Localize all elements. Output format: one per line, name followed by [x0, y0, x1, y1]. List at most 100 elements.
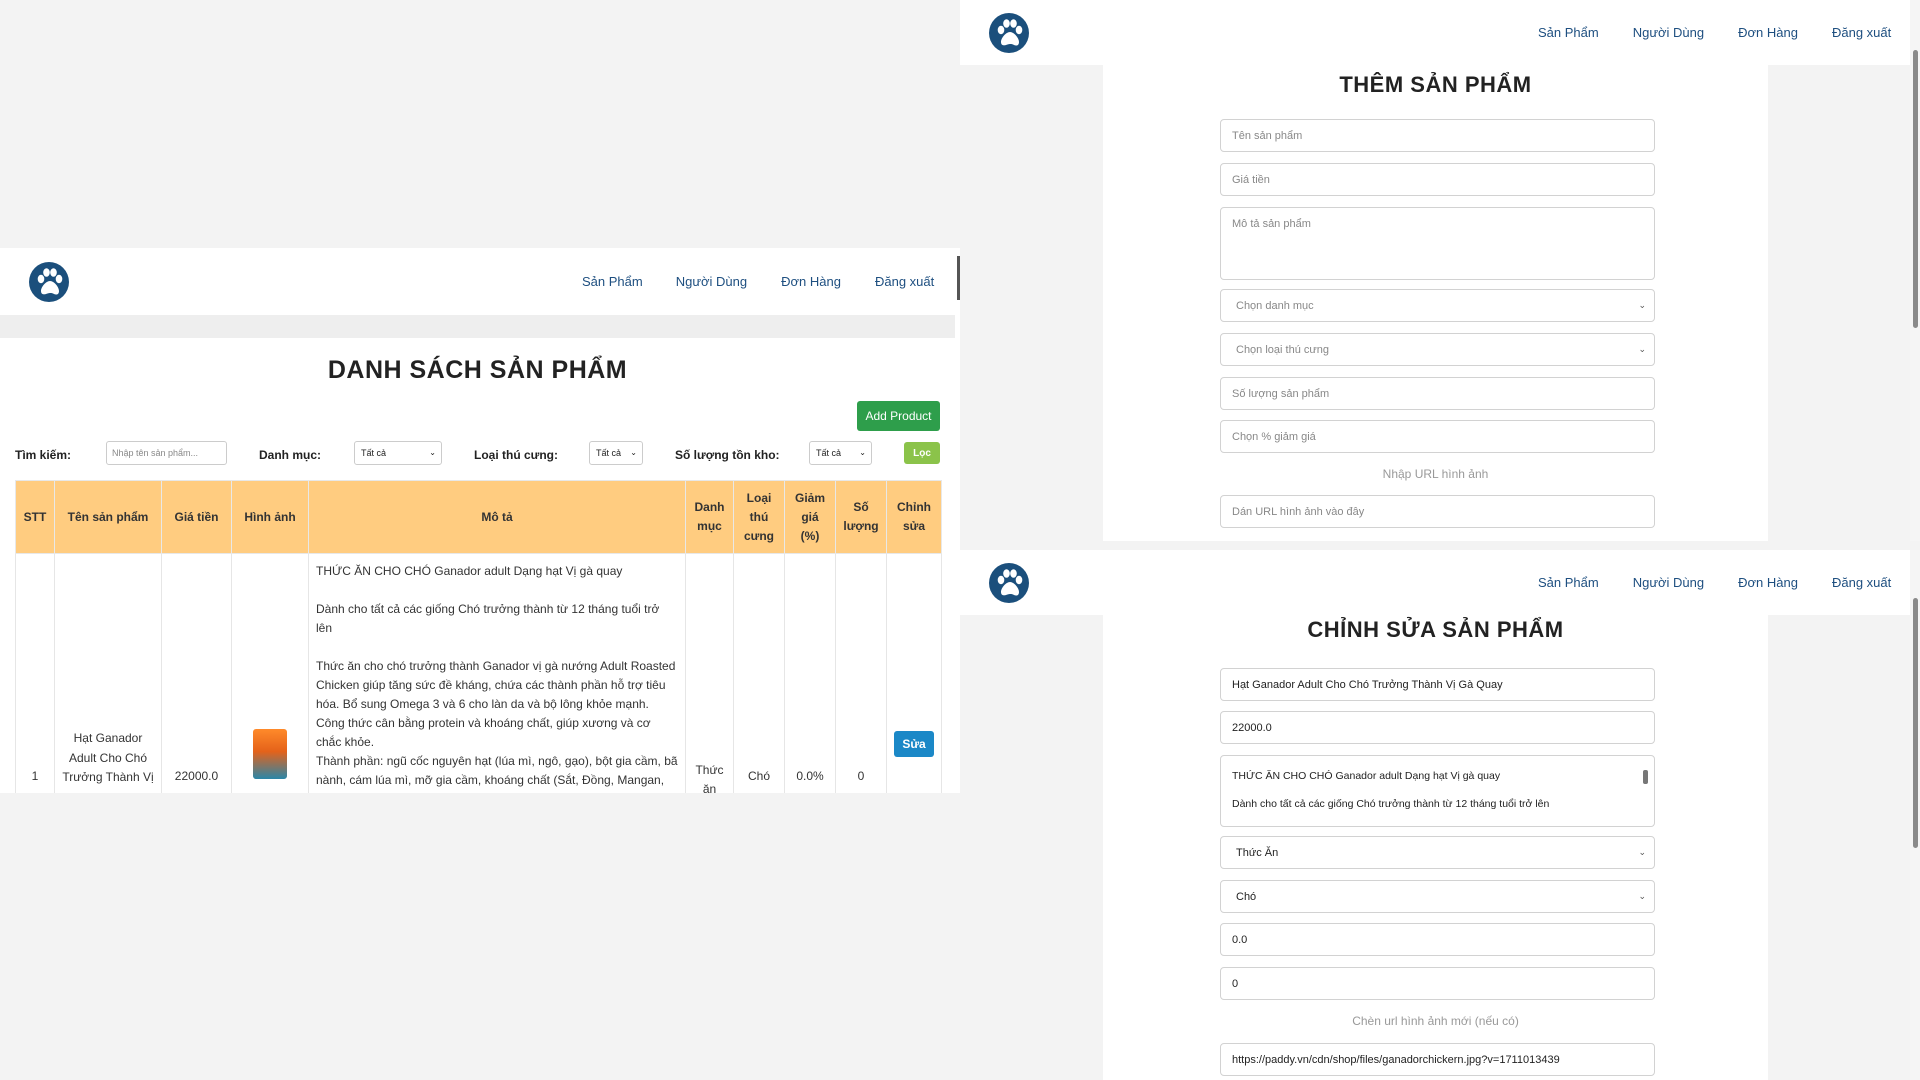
nav-logout-link[interactable]: Đăng xuất	[1832, 25, 1891, 40]
column-header: Tên sản phẩm	[54, 480, 162, 554]
nav-orders-link[interactable]: Đơn Hàng	[781, 274, 841, 289]
table-header-row: STT Tên sản phẩm Giá tiền Hình ảnh Mô tả…	[15, 480, 942, 554]
nav-products-link[interactable]: Sản Phẩm	[1538, 25, 1599, 40]
cell-actions: Sửa	[886, 553, 942, 793]
description-textarea[interactable]: Mô tả sản phẩm	[1220, 207, 1655, 280]
add-product-form: THÊM SẢN PHẨM Tên sản phẩm Giá tiền Mô t…	[1103, 64, 1768, 541]
add-product-button[interactable]: Add Product	[857, 401, 940, 431]
discount-input[interactable]: Chọn % giảm giá	[1220, 420, 1655, 453]
column-header: Danh mục	[685, 480, 734, 554]
nav-orders-link[interactable]: Đơn Hàng	[1738, 25, 1798, 40]
product-table: STT Tên sản phẩm Giá tiền Hình ảnh Mô tả…	[15, 480, 942, 793]
paw-logo-icon[interactable]	[989, 562, 1029, 603]
stock-filter-label: Số lượng tồn kho:	[675, 448, 780, 462]
top-navbar: Sản Phẩm Người Dùng Đơn Hàng Đăng xuất	[960, 0, 1910, 65]
pet-type-filter-label: Loại thú cưng:	[474, 448, 559, 462]
nav-logout-link[interactable]: Đăng xuất	[875, 274, 934, 289]
product-image	[253, 729, 287, 779]
cell-quantity: 0	[835, 553, 887, 793]
nav-orders-link[interactable]: Đơn Hàng	[1738, 575, 1798, 590]
category-select-placeholder: Chọn danh mục	[1236, 300, 1314, 312]
image-url-input[interactable]: Dán URL hình ảnh vào đây	[1220, 495, 1655, 528]
price-input[interactable]: 22000.0	[1220, 711, 1655, 744]
stock-filter-value: Tất cả	[816, 448, 842, 458]
scrollbar-thumb[interactable]	[1913, 50, 1918, 328]
cell-category: Thức ăn	[685, 553, 734, 793]
top-navbar: Sản Phẩm Người Dùng Đơn Hàng Đăng xuất	[0, 248, 955, 315]
column-header: Chỉnh sửa	[886, 480, 942, 554]
chevron-down-icon: ⌄	[1638, 847, 1646, 857]
window-scrollbar[interactable]	[1910, 0, 1920, 541]
description-line: Thức ăn cho chó trưởng thành Ganador vị …	[316, 659, 676, 749]
nav-users-link[interactable]: Người Dùng	[1633, 25, 1704, 40]
chevron-down-icon: ⌄	[1638, 344, 1646, 354]
window-scrollbar[interactable]	[1910, 550, 1920, 1080]
table-row: 1 Hạt Ganador Adult Cho Chó Trưởng Thành…	[15, 553, 942, 793]
category-filter-select[interactable]: Tất cả ⌄	[354, 441, 442, 465]
nav-products-link[interactable]: Sản Phẩm	[582, 274, 643, 289]
nav-products-link[interactable]: Sản Phẩm	[1538, 575, 1599, 590]
scrollbar-thumb[interactable]	[1913, 598, 1918, 848]
description-line: THỨC ĂN CHO CHÓ Ganador adult Dạng hạt V…	[316, 564, 623, 578]
category-filter-value: Tất cả	[361, 448, 387, 458]
page-title: DANH SÁCH SẢN PHẨM	[327, 356, 628, 384]
nav-users-link[interactable]: Người Dùng	[676, 274, 747, 289]
product-list-window: Sản Phẩm Người Dùng Đơn Hàng Đăng xuất D…	[0, 248, 960, 793]
stock-filter-select[interactable]: Tất cả ⌄	[809, 441, 872, 465]
column-header: Giảm giá (%)	[784, 480, 836, 554]
image-url-label: Nhập URL hình ảnh	[1382, 467, 1489, 481]
nav-logout-link[interactable]: Đăng xuất	[1832, 575, 1891, 590]
pet-type-filter-value: Tất cả	[596, 448, 622, 458]
textarea-scrollbar[interactable]	[1642, 760, 1650, 824]
description-line: Dành cho tất cả các giống Chó trưởng thà…	[1232, 798, 1550, 810]
filter-button[interactable]: Lọc	[904, 442, 940, 464]
pet-type-select[interactable]: Chó ⌄	[1220, 880, 1655, 913]
column-header: Loại thú cưng	[733, 480, 785, 554]
chevron-down-icon: ⌄	[1638, 891, 1646, 901]
description-textarea[interactable]: THỨC ĂN CHO CHÓ Ganador adult Dạng hạt V…	[1220, 755, 1655, 827]
product-name-input[interactable]: Hạt Ganador Adult Cho Chó Trưởng Thành V…	[1220, 668, 1655, 701]
header-divider	[0, 315, 955, 338]
column-header: Số lượng	[835, 480, 887, 554]
quantity-input[interactable]: Số lượng sản phẩm	[1220, 377, 1655, 410]
pet-type-filter-select[interactable]: Tất cả ⌄	[589, 441, 643, 465]
nav-users-link[interactable]: Người Dùng	[1633, 575, 1704, 590]
filter-bar: Tìm kiếm: Nhập tên sản phẩm... Danh mục:…	[15, 441, 945, 467]
category-select-value: Thức Ăn	[1236, 847, 1279, 859]
column-header: Giá tiền	[161, 480, 232, 554]
image-url-label: Chèn url hình ảnh mới (nếu có)	[1352, 1014, 1519, 1028]
cell-product-name: Hạt Ganador Adult Cho Chó Trưởng Thành V…	[54, 553, 162, 793]
category-select[interactable]: Chọn danh mục ⌄	[1220, 289, 1655, 322]
cell-image	[231, 553, 309, 793]
add-product-window: THÊM SẢN PHẨM Tên sản phẩm Giá tiền Mô t…	[960, 0, 1920, 541]
cell-description: THỨC ĂN CHO CHÓ Ganador adult Dạng hạt V…	[308, 553, 686, 793]
pet-type-select-placeholder: Chọn loại thú cưng	[1236, 344, 1329, 356]
pet-type-select-value: Chó	[1236, 891, 1257, 903]
cell-pet-type: Chó	[733, 553, 785, 793]
paw-logo-icon[interactable]	[989, 12, 1029, 53]
description-line: THỨC ĂN CHO CHÓ Ganador adult Dạng hạt V…	[1232, 770, 1501, 782]
column-header: Mô tả	[308, 480, 686, 554]
edit-product-window: CHỈNH SỬA SẢN PHẨM Hạt Ganador Adult Cho…	[960, 550, 1920, 1080]
description-line: Thành phần: ngũ cốc nguyên hạt (lúa mì, …	[316, 754, 678, 787]
category-select[interactable]: Thức Ăn ⌄	[1220, 836, 1655, 869]
edit-product-form: CHỈNH SỬA SẢN PHẨM Hạt Ganador Adult Cho…	[1103, 615, 1768, 1080]
form-title: THÊM SẢN PHẨM	[1339, 72, 1532, 97]
search-input[interactable]: Nhập tên sản phẩm...	[106, 441, 227, 465]
cell-price: 22000.0	[161, 553, 232, 793]
paw-logo-icon[interactable]	[29, 261, 69, 302]
edit-button[interactable]: Sửa	[894, 731, 934, 757]
form-title: CHỈNH SỬA SẢN PHẨM	[1307, 617, 1564, 642]
cell-discount: 0.0%	[784, 553, 836, 793]
category-filter-label: Danh mục:	[259, 448, 322, 462]
discount-input[interactable]: 0.0	[1220, 923, 1655, 956]
image-url-input[interactable]: https://paddy.vn/cdn/shop/files/ganadorc…	[1220, 1043, 1655, 1076]
pet-type-select[interactable]: Chọn loại thú cưng ⌄	[1220, 333, 1655, 366]
price-input[interactable]: Giá tiền	[1220, 163, 1655, 196]
product-name-input[interactable]: Tên sản phẩm	[1220, 119, 1655, 152]
column-header: STT	[15, 480, 55, 554]
search-label: Tìm kiếm:	[15, 448, 72, 462]
chevron-down-icon: ⌄	[429, 448, 436, 457]
cell-stt: 1	[15, 553, 55, 793]
quantity-input[interactable]: 0	[1220, 967, 1655, 1000]
